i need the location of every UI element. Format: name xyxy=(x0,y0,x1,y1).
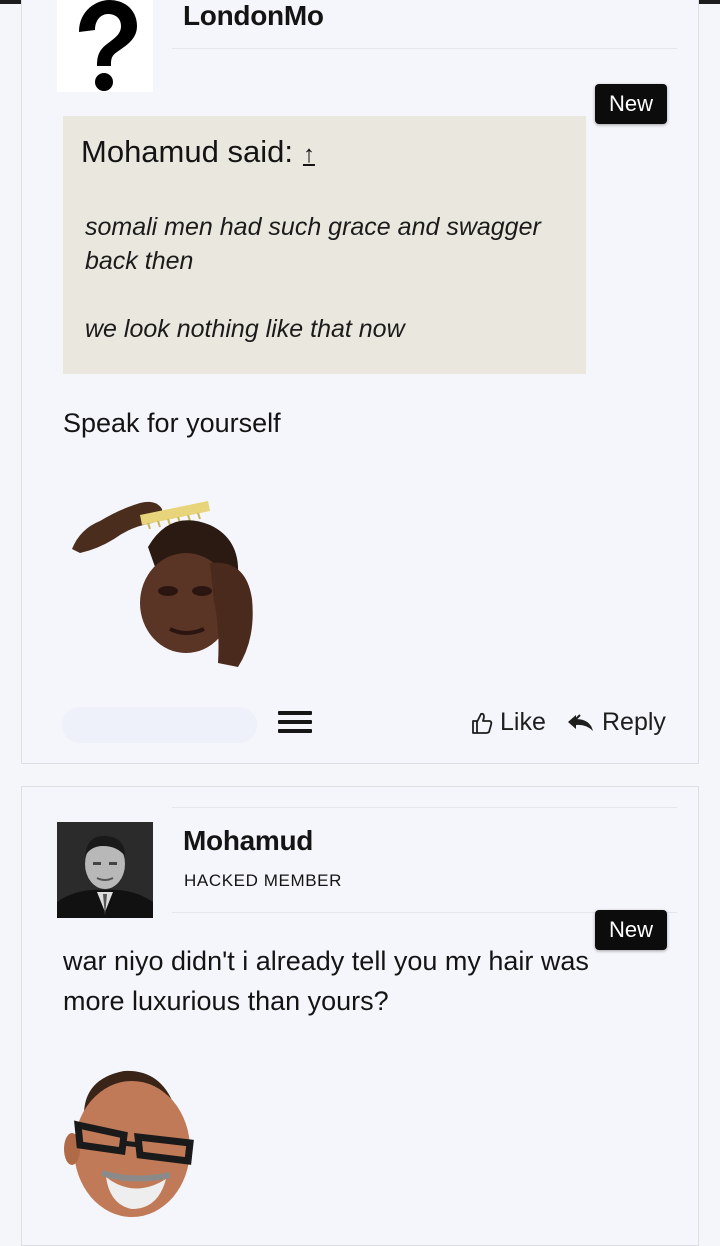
reaction-image xyxy=(72,501,253,667)
post-message: Speak for yourself xyxy=(63,408,281,438)
quote-block: Mohamud said: ↑ somali men had such grac… xyxy=(63,116,586,374)
new-badge: New xyxy=(595,84,667,124)
reply-icon xyxy=(568,713,593,731)
new-badge: New xyxy=(595,910,667,950)
portrait-icon xyxy=(57,822,153,918)
signature-area xyxy=(62,707,257,743)
like-label: Like xyxy=(500,708,546,736)
thumbs-up-icon xyxy=(472,712,493,734)
divider xyxy=(172,807,677,808)
avatar[interactable] xyxy=(57,822,153,918)
username[interactable]: LondonMo xyxy=(183,0,324,32)
post-message: war niyo didn't i already tell you my ha… xyxy=(63,946,589,1016)
quote-line: somali men had such grace and swagger ba… xyxy=(85,213,541,275)
avatar[interactable] xyxy=(57,0,153,92)
username[interactable]: Mohamud xyxy=(183,825,313,857)
hamburger-menu-icon[interactable] xyxy=(278,711,312,739)
quote-body: somali men had such grace and swagger ba… xyxy=(85,210,575,346)
reply-button[interactable]: Reply xyxy=(567,708,666,737)
divider xyxy=(172,48,677,49)
like-button[interactable]: Like xyxy=(471,708,546,737)
reaction-image xyxy=(64,1070,194,1217)
user-title: HACKED MEMBER xyxy=(184,871,342,890)
post-londonmo: LondonMo New Mohamud said: ↑ somali men … xyxy=(21,0,699,764)
post-mohamud: Mohamud HACKED MEMBER New war niyo didn'… xyxy=(21,786,699,1246)
reply-label: Reply xyxy=(602,708,666,736)
quote-line: we look nothing like that now xyxy=(85,315,405,343)
quote-author: Mohamud said: xyxy=(81,134,293,169)
quote-header: Mohamud said: ↑ xyxy=(81,134,315,170)
quote-jump-link[interactable]: ↑ xyxy=(303,141,315,169)
question-mark-icon xyxy=(57,0,153,92)
